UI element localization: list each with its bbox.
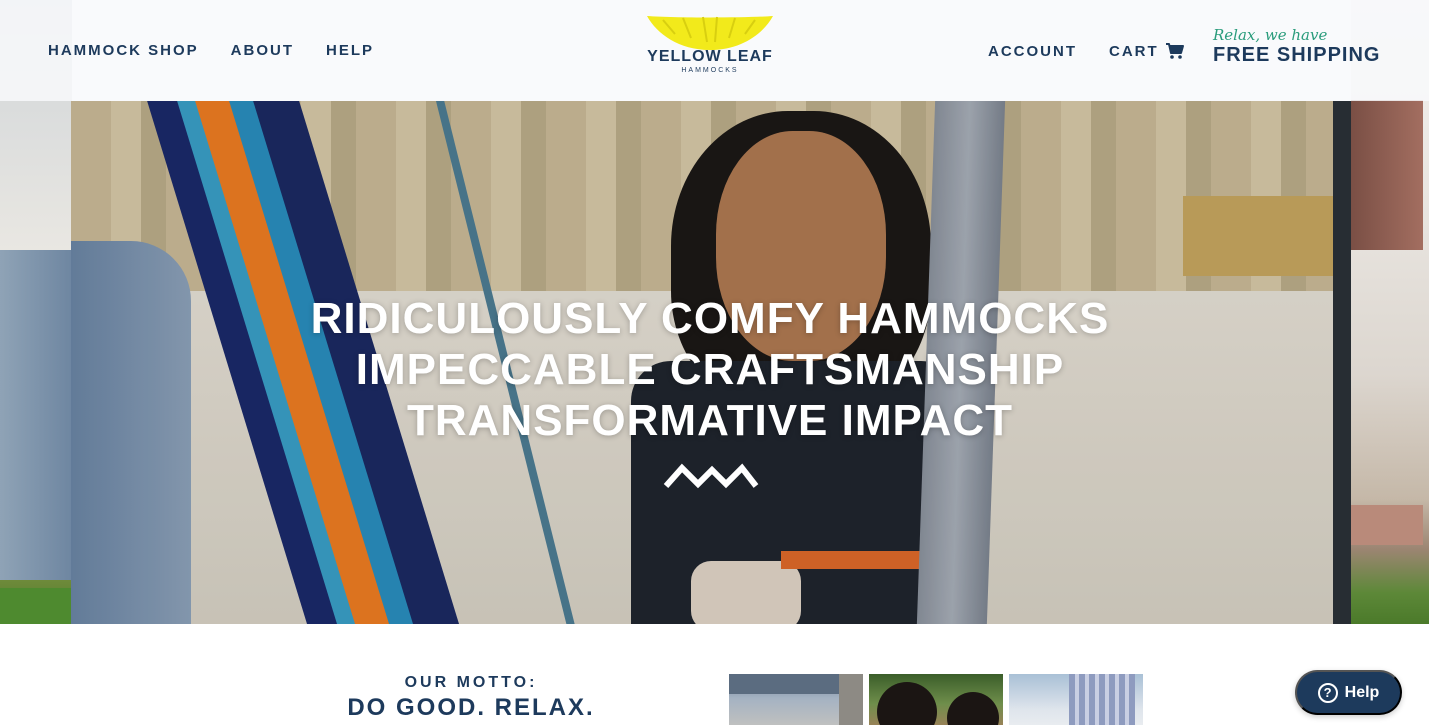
background-floor <box>1351 505 1423 545</box>
thumb-person <box>947 692 999 725</box>
motto-section: OUR MOTTO: DO GOOD. RELAX. <box>330 674 612 722</box>
background-wall <box>1351 100 1423 250</box>
logo-wordmark: YELLOW LEAF <box>647 48 773 65</box>
logo-subtitle: HAMMOCKS <box>681 67 739 74</box>
motto-title: DO GOOD. RELAX. <box>347 694 595 721</box>
shipping-headline: FREE SHIPPING <box>1213 44 1381 66</box>
impact-photo-hammock <box>1009 674 1143 725</box>
motto-label: OUR MOTTO: <box>404 674 538 691</box>
question-circle-icon: ? <box>1317 682 1338 703</box>
shipping-tagline: Relax, we have <box>1213 26 1328 44</box>
nav-help[interactable]: HELP <box>326 42 374 59</box>
background-foliage <box>0 588 72 624</box>
headline-line: TRANSFORMATIVE IMPACT <box>407 396 1013 445</box>
zigzag-divider-icon <box>663 463 759 489</box>
impact-photo-strip <box>729 674 1143 725</box>
cart-label: CART <box>1109 42 1159 60</box>
background-figure <box>0 250 72 580</box>
free-shipping-banner: Relax, we have FREE SHIPPING <box>1213 27 1393 67</box>
nav-account[interactable]: ACCOUNT <box>988 43 1077 60</box>
site-header: HAMMOCK SHOP ABOUT HELP YELLOW LEAF HAMM… <box>0 0 1429 101</box>
leaf-logo-icon <box>647 16 773 50</box>
headline-line: RIDICULOUSLY COMFY HAMMOCKS <box>310 294 1110 343</box>
thumb-column <box>839 674 863 725</box>
nav-cart[interactable]: CART <box>1109 42 1185 60</box>
help-widget-button[interactable]: ? Help <box>1295 670 1402 715</box>
thumb-hammock <box>1069 674 1135 725</box>
page: HAMMOCK SHOP ABOUT HELP YELLOW LEAF HAMM… <box>0 0 1429 725</box>
impact-photo-weavers <box>869 674 1003 725</box>
account-nav: ACCOUNT CART <box>988 42 1217 60</box>
nav-about[interactable]: ABOUT <box>231 42 294 59</box>
nav-hammock-shop[interactable]: HAMMOCK SHOP <box>48 42 199 59</box>
thumb-person <box>877 682 937 725</box>
primary-nav: HAMMOCK SHOP ABOUT HELP <box>48 42 406 59</box>
help-widget-label: Help <box>1344 683 1380 701</box>
hero-headline: RIDICULOUSLY COMFY HAMMOCKS IMPECCABLE C… <box>300 293 1120 446</box>
site-logo[interactable]: YELLOW LEAF HAMMOCKS <box>643 12 777 86</box>
cart-icon <box>1165 43 1184 59</box>
headline-line: IMPECCABLE CRAFTSMANSHIP <box>355 345 1065 394</box>
impact-photo-weaving <box>729 674 863 725</box>
